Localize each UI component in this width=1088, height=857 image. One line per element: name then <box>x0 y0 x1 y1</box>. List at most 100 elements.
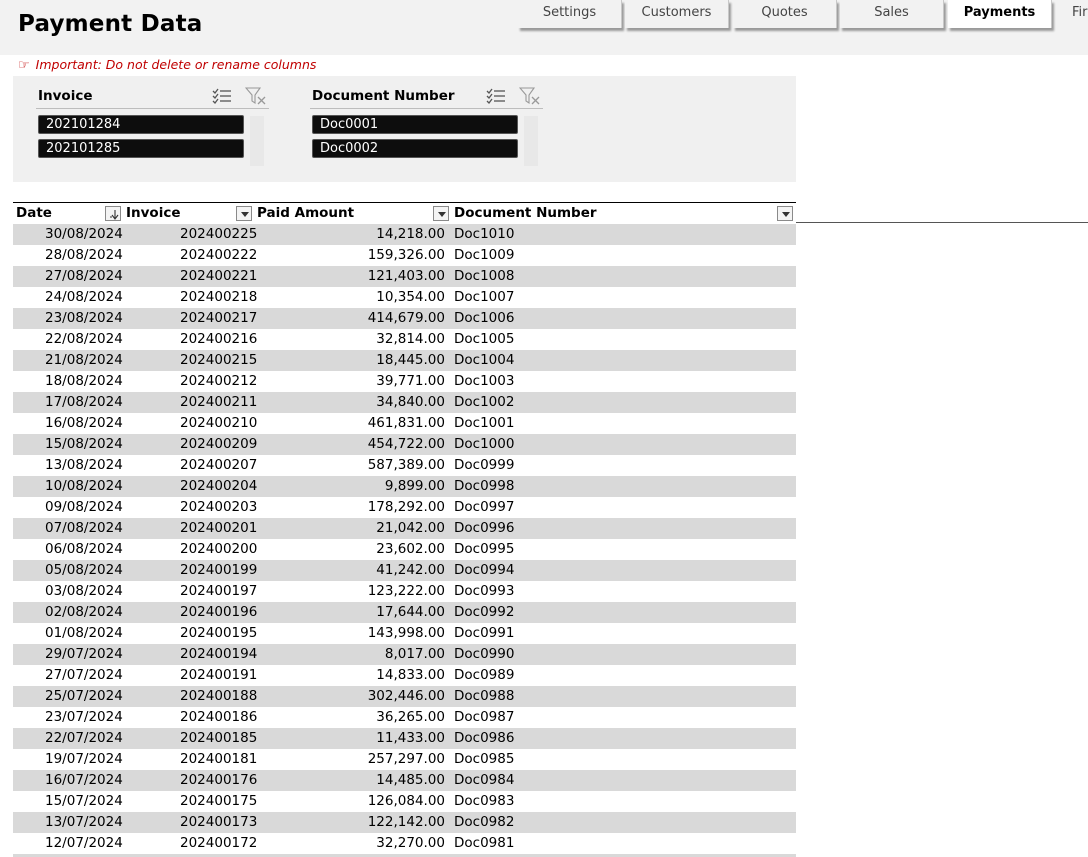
cell-paid-amount[interactable]: 587,389.00 <box>368 457 445 473</box>
column-header-document-number[interactable]: Document Number <box>454 205 597 221</box>
slicer-item[interactable]: 202101285 <box>38 139 244 158</box>
table-row[interactable]: 24/08/2024 202400218 10,354.00 Doc1007 <box>13 287 796 308</box>
cell-document-number[interactable]: Doc0992 <box>454 604 514 620</box>
cell-paid-amount[interactable]: 126,084.00 <box>368 793 445 809</box>
cell-document-number[interactable]: Doc1006 <box>454 310 514 326</box>
cell-paid-amount[interactable]: 414,679.00 <box>368 310 445 326</box>
cell-paid-amount[interactable]: 34,840.00 <box>376 394 445 410</box>
tab-sales[interactable]: Sales <box>840 0 944 28</box>
cell-paid-amount[interactable]: 41,242.00 <box>376 562 445 578</box>
cell-date[interactable]: 24/08/2024 <box>45 289 123 305</box>
table-row[interactable]: 19/07/2024 202400181 257,297.00 Doc0985 <box>13 749 796 770</box>
cell-invoice[interactable]: 202400176 <box>180 772 257 788</box>
cell-date[interactable]: 27/07/2024 <box>45 667 123 683</box>
cell-invoice[interactable]: 202400225 <box>180 226 257 242</box>
cell-paid-amount[interactable]: 302,446.00 <box>368 688 445 704</box>
cell-paid-amount[interactable]: 39,771.00 <box>376 373 445 389</box>
cell-paid-amount[interactable]: 159,326.00 <box>368 247 445 263</box>
tab-finance-partial[interactable]: Fir <box>1056 0 1088 28</box>
cell-invoice[interactable]: 202400188 <box>180 688 257 704</box>
cell-date[interactable]: 25/07/2024 <box>45 688 123 704</box>
cell-date[interactable]: 22/07/2024 <box>45 730 123 746</box>
cell-invoice[interactable]: 202400221 <box>180 268 257 284</box>
table-row[interactable]: 09/08/2024 202400203 178,292.00 Doc0997 <box>13 497 796 518</box>
cell-invoice[interactable]: 202400186 <box>180 709 257 725</box>
cell-paid-amount[interactable]: 32,270.00 <box>376 835 445 851</box>
cell-document-number[interactable]: Doc1010 <box>454 226 514 242</box>
cell-paid-amount[interactable]: 178,292.00 <box>368 499 445 515</box>
filter-dropdown-icon[interactable] <box>777 206 793 221</box>
cell-paid-amount[interactable]: 11,433.00 <box>376 730 445 746</box>
cell-invoice[interactable]: 202400207 <box>180 457 257 473</box>
cell-date[interactable]: 15/08/2024 <box>45 436 123 452</box>
cell-paid-amount[interactable]: 454,722.00 <box>368 436 445 452</box>
cell-invoice[interactable]: 202400175 <box>180 793 257 809</box>
cell-paid-amount[interactable]: 10,354.00 <box>376 289 445 305</box>
column-header-paid-amount[interactable]: Paid Amount <box>257 205 354 221</box>
cell-invoice[interactable]: 202400218 <box>180 289 257 305</box>
cell-invoice[interactable]: 202400197 <box>180 583 257 599</box>
cell-date[interactable]: 23/08/2024 <box>45 310 123 326</box>
table-row[interactable]: 16/08/2024 202400210 461,831.00 Doc1001 <box>13 413 796 434</box>
cell-invoice[interactable]: 202400210 <box>180 415 257 431</box>
slicer-scrollbar[interactable] <box>250 116 264 166</box>
cell-invoice[interactable]: 202400181 <box>180 751 257 767</box>
cell-invoice[interactable]: 202400173 <box>180 814 257 830</box>
cell-paid-amount[interactable]: 17,644.00 <box>376 604 445 620</box>
slicer-item[interactable]: Doc0001 <box>312 115 518 134</box>
cell-document-number[interactable]: Doc1003 <box>454 373 514 389</box>
table-row[interactable]: 01/08/2024 202400195 143,998.00 Doc0991 <box>13 623 796 644</box>
cell-document-number[interactable]: Doc0991 <box>454 625 514 641</box>
cell-document-number[interactable]: Doc0986 <box>454 730 514 746</box>
cell-invoice[interactable]: 202400211 <box>180 394 257 410</box>
cell-paid-amount[interactable]: 8,017.00 <box>385 646 445 662</box>
cell-document-number[interactable]: Doc0989 <box>454 667 514 683</box>
cell-paid-amount[interactable]: 122,142.00 <box>368 814 445 830</box>
cell-invoice[interactable]: 202400209 <box>180 436 257 452</box>
cell-date[interactable]: 03/08/2024 <box>45 583 123 599</box>
cell-invoice[interactable]: 202400215 <box>180 352 257 368</box>
cell-date[interactable]: 16/07/2024 <box>45 772 123 788</box>
cell-document-number[interactable]: Doc0994 <box>454 562 514 578</box>
table-row[interactable]: 22/08/2024 202400216 32,814.00 Doc1005 <box>13 329 796 350</box>
cell-date[interactable]: 19/07/2024 <box>45 751 123 767</box>
cell-document-number[interactable]: Doc1002 <box>454 394 514 410</box>
table-row[interactable]: 25/07/2024 202400188 302,446.00 Doc0988 <box>13 686 796 707</box>
cell-paid-amount[interactable]: 123,222.00 <box>368 583 445 599</box>
table-row[interactable]: 23/08/2024 202400217 414,679.00 Doc1006 <box>13 308 796 329</box>
cell-paid-amount[interactable]: 14,833.00 <box>376 667 445 683</box>
cell-paid-amount[interactable]: 143,998.00 <box>368 625 445 641</box>
table-row[interactable]: 27/08/2024 202400221 121,403.00 Doc1008 <box>13 266 796 287</box>
cell-invoice[interactable]: 202400201 <box>180 520 257 536</box>
table-row[interactable]: 05/08/2024 202400199 41,242.00 Doc0994 <box>13 560 796 581</box>
cell-invoice[interactable]: 202400196 <box>180 604 257 620</box>
table-row[interactable]: 15/08/2024 202400209 454,722.00 Doc1000 <box>13 434 796 455</box>
table-row[interactable]: 12/07/2024 202400172 32,270.00 Doc0981 <box>13 833 796 854</box>
cell-paid-amount[interactable]: 121,403.00 <box>368 268 445 284</box>
cell-document-number[interactable]: Doc1000 <box>454 436 514 452</box>
table-row[interactable]: 06/08/2024 202400200 23,602.00 Doc0995 <box>13 539 796 560</box>
cell-invoice[interactable]: 202400204 <box>180 478 257 494</box>
cell-paid-amount[interactable]: 461,831.00 <box>368 415 445 431</box>
cell-date[interactable]: 30/08/2024 <box>45 226 123 242</box>
column-header-invoice[interactable]: Invoice <box>126 205 181 221</box>
table-row[interactable]: 17/08/2024 202400211 34,840.00 Doc1002 <box>13 392 796 413</box>
table-row[interactable]: 16/07/2024 202400176 14,485.00 Doc0984 <box>13 770 796 791</box>
table-row[interactable]: 27/07/2024 202400191 14,833.00 Doc0989 <box>13 665 796 686</box>
slicer-scrollbar[interactable] <box>524 116 538 166</box>
cell-invoice[interactable]: 202400194 <box>180 646 257 662</box>
tab-settings[interactable]: Settings <box>518 0 622 28</box>
cell-document-number[interactable]: Doc1009 <box>454 247 514 263</box>
cell-document-number[interactable]: Doc0998 <box>454 478 514 494</box>
cell-paid-amount[interactable]: 23,602.00 <box>376 541 445 557</box>
cell-date[interactable]: 13/07/2024 <box>45 814 123 830</box>
table-row[interactable]: 23/07/2024 202400186 36,265.00 Doc0987 <box>13 707 796 728</box>
table-row[interactable]: 29/07/2024 202400194 8,017.00 Doc0990 <box>13 644 796 665</box>
cell-invoice[interactable]: 202400212 <box>180 373 257 389</box>
cell-invoice[interactable]: 202400222 <box>180 247 257 263</box>
cell-invoice[interactable]: 202400199 <box>180 562 257 578</box>
table-row[interactable]: 10/08/2024 202400204 9,899.00 Doc0998 <box>13 476 796 497</box>
cell-document-number[interactable]: Doc1008 <box>454 268 514 284</box>
cell-date[interactable]: 01/08/2024 <box>45 625 123 641</box>
cell-date[interactable]: 21/08/2024 <box>45 352 123 368</box>
